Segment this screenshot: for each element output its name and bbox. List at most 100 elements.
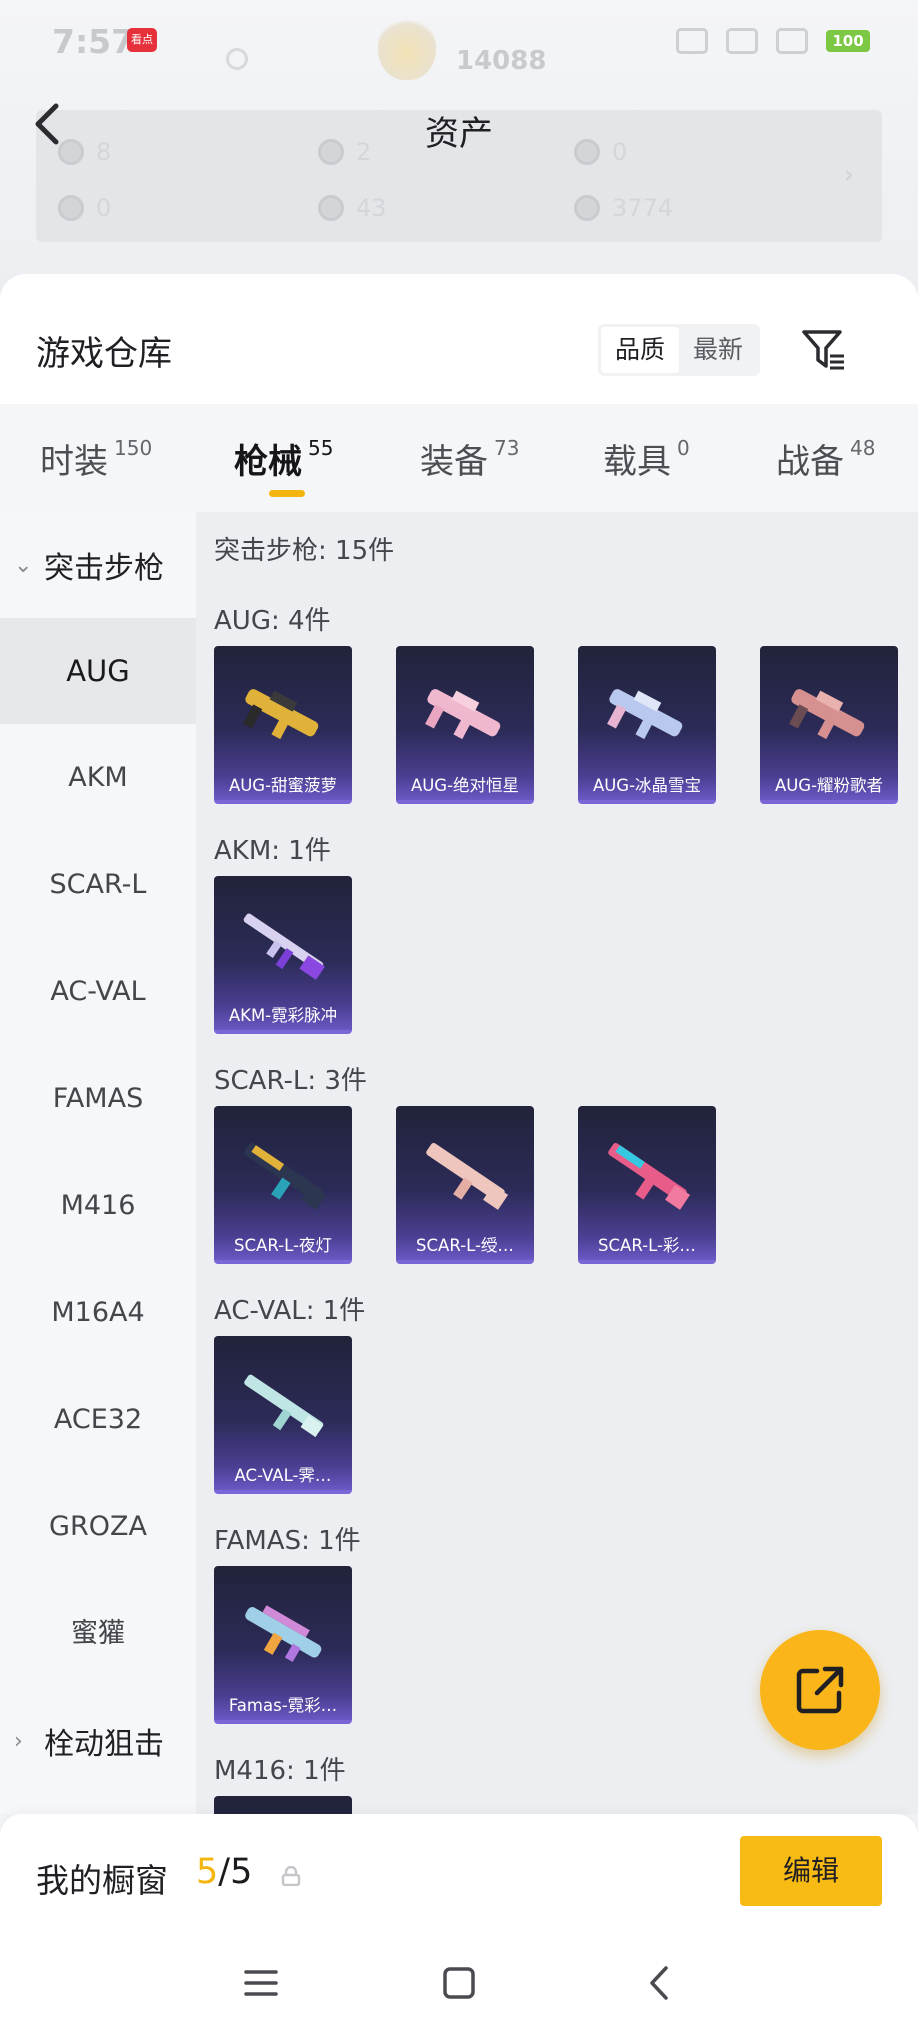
group-label: SCAR-L: 3件	[214, 1066, 367, 1096]
skin-name: AKM-霓彩脉冲	[228, 1006, 338, 1025]
sort-quality-button[interactable]: 品质	[601, 327, 679, 373]
category-group-assault-rifle[interactable]: ⌄ 突击步枪	[0, 512, 196, 618]
group-label: AKM: 1件	[214, 836, 331, 866]
nav-item-akm[interactable]: AKM	[0, 725, 196, 831]
category-group-label: 栓动狙击	[44, 1727, 164, 1762]
nav-item-m16a4[interactable]: M16A4	[0, 1260, 196, 1366]
skin-name: AUG-甜蜜菠萝	[228, 776, 338, 795]
nav-item-ace32[interactable]: ACE32	[0, 1367, 196, 1473]
tab-label: 时装	[40, 442, 108, 482]
asset-value: 0	[96, 194, 112, 222]
flame-emblem-icon	[378, 14, 436, 80]
skin-name: SCAR-L-夜灯	[234, 1236, 332, 1255]
tab-equipment[interactable]: 装备 73	[420, 434, 519, 483]
aug-skin-icon	[425, 689, 501, 740]
asset-item: 43	[318, 194, 387, 222]
asset-value: 43	[356, 194, 387, 222]
tab-firearms[interactable]: 枪械 55	[234, 434, 333, 483]
nav-item-famas[interactable]: FAMAS	[0, 1046, 196, 1152]
coin-icon	[318, 195, 344, 221]
aug-skin-icon	[789, 689, 865, 740]
group-label: M416: 1件	[214, 1756, 346, 1786]
tab-count: 48	[850, 436, 876, 460]
tab-count: 55	[308, 436, 334, 460]
skin-card[interactable]: SCAR-L-绶…	[396, 1106, 534, 1264]
sim-icon	[726, 28, 758, 54]
skin-card[interactable]: AUG-绝对恒星	[396, 646, 534, 804]
tab-label: 装备	[420, 442, 488, 482]
nav-item-ac-val[interactable]: AC-VAL	[0, 939, 196, 1045]
menu-icon[interactable]	[242, 1964, 280, 2002]
nav-item-m416[interactable]: M416	[0, 1153, 196, 1259]
skin-name: SCAR-L-彩…	[598, 1236, 696, 1255]
app-badge-icon: 看点	[127, 28, 157, 52]
showcase-bar: 我的橱窗 5/5 编辑	[0, 1814, 918, 1934]
system-navigation-bar	[0, 1934, 918, 2040]
tab-count: 150	[114, 436, 153, 460]
coin-icon	[574, 195, 600, 221]
ac-val-skin-icon	[244, 1374, 324, 1438]
showcase-total: /5	[218, 1852, 253, 1892]
nav-item-scar-l[interactable]: SCAR-L	[0, 832, 196, 938]
notification-icon	[226, 48, 248, 70]
tab-supplies[interactable]: 战备 48	[776, 434, 875, 483]
edit-button[interactable]: 编辑	[740, 1836, 882, 1906]
scar-l-skin-icon	[608, 1142, 691, 1210]
wifi-icon	[776, 28, 808, 54]
nav-item-groza[interactable]: GROZA	[0, 1474, 196, 1580]
chevron-right-icon: ›	[14, 1728, 23, 1754]
skin-card[interactable]: AUG-甜蜜菠萝	[214, 646, 352, 804]
nav-item-honey-badger[interactable]: 蜜獾	[0, 1581, 196, 1687]
nav-item-aug[interactable]: AUG	[0, 618, 196, 724]
asset-header: 7:57 看点 14088 100 8 2 0 0 43 3774 › 资产	[0, 0, 918, 300]
scar-l-skin-icon	[244, 1142, 327, 1210]
tab-count: 0	[677, 436, 690, 460]
tab-label: 战备	[776, 442, 844, 482]
warehouse-title: 游戏仓库	[36, 334, 172, 374]
active-tab-indicator	[269, 490, 305, 497]
skin-card[interactable]: AC-VAL-霁…	[214, 1336, 352, 1494]
group-label: AC-VAL: 1件	[214, 1296, 366, 1326]
skin-name: Famas-霓彩…	[228, 1696, 338, 1715]
skin-name: AUG-耀粉歌者	[774, 776, 884, 795]
weapon-type-nav: ⌄ 突击步枪 AUG AKM SCAR-L AC-VAL FAMAS M416 …	[0, 512, 196, 1814]
category-group-bolt-sniper[interactable]: › 栓动狙击	[0, 1688, 196, 1794]
battery-icon: 100	[826, 30, 870, 52]
back-nav-icon[interactable]	[640, 1964, 678, 2002]
page-title: 资产	[425, 114, 493, 154]
asset-item: 3774	[574, 194, 673, 222]
skin-card[interactable]: AUG-冰晶雪宝	[578, 646, 716, 804]
skin-card[interactable]: SCAR-L-彩…	[578, 1106, 716, 1264]
tab-label: 枪械	[234, 442, 302, 482]
share-button[interactable]	[760, 1630, 880, 1750]
skin-card[interactable]: AKM-霓彩脉冲	[214, 876, 352, 1034]
status-score: 14088	[456, 46, 547, 76]
status-time: 7:57	[52, 22, 135, 61]
skin-name: SCAR-L-绶…	[416, 1236, 514, 1255]
category-total: 突击步枪: 15件	[214, 536, 395, 566]
skin-card[interactable]: SCAR-L-夜灯	[214, 1106, 352, 1264]
tab-label: 载具	[603, 442, 671, 482]
filter-icon[interactable]	[800, 326, 848, 374]
skin-card[interactable]	[214, 1796, 352, 1814]
skin-name: AUG-绝对恒星	[410, 776, 520, 795]
status-icons: 100	[676, 28, 870, 54]
tab-count: 73	[494, 436, 520, 460]
warehouse-panel: 游戏仓库 品质 最新 时装 150 枪械 55 装备 73 载具 0 战备 48	[0, 274, 918, 1814]
famas-skin-icon	[245, 1605, 322, 1662]
group-label: FAMAS: 1件	[214, 1526, 361, 1556]
home-icon[interactable]	[440, 1964, 478, 2002]
skin-card[interactable]: Famas-霓彩…	[214, 1566, 352, 1724]
asset-item: 0	[58, 194, 111, 222]
sort-newest-button[interactable]: 最新	[679, 327, 757, 373]
skin-card[interactable]: AUG-耀粉歌者	[760, 646, 898, 804]
showcase-count: 5/5	[196, 1852, 252, 1892]
showcase-label: 我的橱窗	[36, 1861, 168, 1900]
lock-icon	[281, 1866, 301, 1886]
signal-icon	[676, 28, 708, 54]
weapon-skin-list: 突击步枪: 15件 AUG: 4件 AUG-甜蜜菠萝 AUG-绝对恒星 AUG-…	[196, 512, 918, 1814]
tab-vehicles[interactable]: 载具 0	[603, 434, 690, 483]
tab-fashion[interactable]: 时装 150	[40, 434, 152, 483]
chevron-right-icon[interactable]: ›	[844, 160, 854, 190]
akm-skin-icon	[243, 913, 325, 980]
